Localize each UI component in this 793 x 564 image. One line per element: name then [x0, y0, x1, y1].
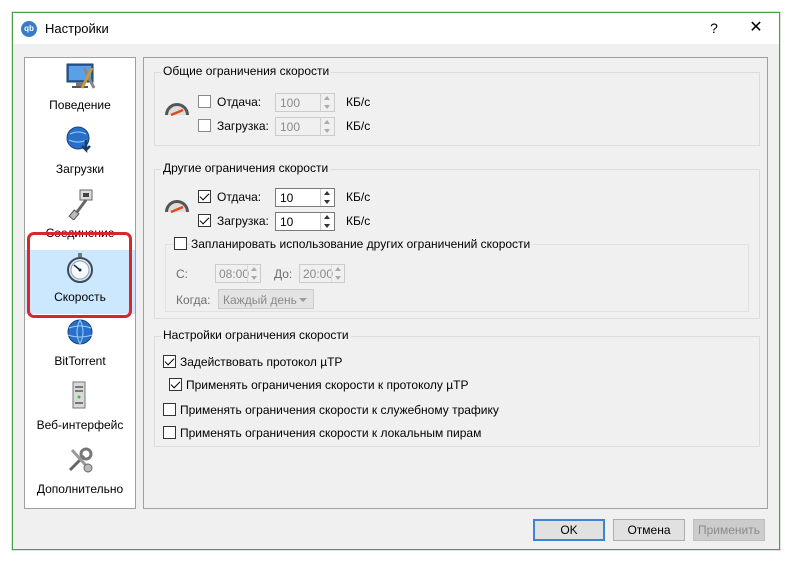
group-title: Другие ограничения скорости — [161, 161, 331, 175]
enable-utp-checkbox[interactable] — [163, 355, 176, 368]
spin-arrows[interactable] — [320, 189, 334, 206]
global-download-unit: КБ/с — [346, 119, 371, 133]
global-upload-checkbox[interactable] — [198, 95, 211, 108]
globe-download-icon — [66, 126, 91, 154]
monitor-tools-icon — [66, 63, 96, 89]
sidebar-item-behavior[interactable]: Поведение — [25, 58, 135, 122]
alt-download-unit: КБ/с — [346, 214, 371, 228]
schedule-checkbox[interactable] — [174, 237, 187, 250]
alt-upload-spinbox[interactable]: 10 — [275, 188, 335, 207]
sidebar-item-advanced[interactable]: Дополнительно — [25, 442, 135, 506]
when-label: Когда: — [176, 293, 211, 307]
global-upload-spinbox[interactable]: 100 — [275, 93, 335, 112]
title-bar: qb Настройки ? ✕ — [13, 13, 779, 44]
limit-lan-checkbox[interactable] — [163, 426, 176, 439]
enable-utp-label: Задействовать протокол µTP — [180, 355, 343, 369]
alt-upload-checkbox[interactable] — [198, 190, 211, 203]
speedometer-icon — [165, 103, 189, 117]
limit-overhead-label: Применять ограничения скорости к служебн… — [180, 403, 499, 417]
apply-button[interactable]: Применить — [693, 519, 765, 541]
close-button[interactable]: ✕ — [735, 15, 777, 41]
global-download-spinbox[interactable]: 100 — [275, 117, 335, 136]
limit-settings-group: Настройки ограничения скорости Задейство… — [154, 328, 760, 447]
sidebar-item-downloads[interactable]: Загрузки — [25, 122, 135, 186]
spin-arrows[interactable] — [331, 265, 344, 282]
window-title: Настройки — [45, 21, 109, 36]
spin-arrows[interactable] — [320, 94, 334, 111]
speed-settings-panel: Общие ограничения скорости Отдача: 100 К… — [143, 57, 768, 509]
to-label: До: — [274, 267, 293, 281]
ok-button[interactable]: OK — [533, 519, 605, 541]
sidebar-item-webui[interactable]: Веб-интерфейс — [25, 378, 135, 442]
when-dropdown[interactable]: Каждый день — [218, 289, 314, 309]
sidebar-item-label: Дополнительно — [36, 482, 124, 496]
spin-arrows[interactable] — [320, 118, 334, 135]
alt-download-checkbox[interactable] — [198, 214, 211, 227]
spin-arrows[interactable] — [247, 265, 260, 282]
selection-highlight-frame — [27, 232, 132, 318]
tools-icon — [68, 447, 93, 473]
alt-upload-label: Отдача: — [217, 190, 262, 204]
alt-download-label: Загрузка: — [217, 214, 269, 228]
alt-upload-unit: КБ/с — [346, 190, 371, 204]
sidebar-item-label: BitTorrent — [54, 354, 106, 368]
chevron-down-icon — [299, 298, 307, 302]
limit-overhead-checkbox[interactable] — [163, 403, 176, 416]
global-upload-label: Отдача: — [217, 95, 262, 109]
global-download-checkbox[interactable] — [198, 119, 211, 132]
spin-arrows[interactable] — [320, 213, 334, 230]
from-time-input[interactable]: 08:00 — [215, 264, 261, 283]
sidebar-item-label: Поведение — [49, 98, 111, 112]
help-button[interactable]: ? — [697, 15, 731, 41]
sidebar-item-label: Загрузки — [55, 162, 105, 176]
sidebar-item-label: Веб-интерфейс — [36, 418, 124, 432]
schedule-label: Запланировать использование других огран… — [191, 237, 533, 251]
global-upload-unit: КБ/с — [346, 95, 371, 109]
schedule-group: Запланировать использование других огран… — [165, 237, 749, 312]
global-download-label: Загрузка: — [217, 119, 269, 133]
cancel-button[interactable]: Отмена — [613, 519, 685, 541]
from-label: С: — [176, 267, 188, 281]
network-plug-icon — [68, 189, 93, 220]
to-time-input[interactable]: 20:00 — [299, 264, 345, 283]
tower-icon — [72, 381, 86, 409]
group-title: Настройки ограничения скорости — [161, 328, 351, 342]
globe-icon — [67, 319, 93, 346]
alt-limits-group: Другие ограничения скорости Отдача: 10 К… — [154, 161, 760, 319]
app-icon: qb — [21, 21, 37, 37]
sidebar-item-bittorrent[interactable]: BitTorrent — [25, 314, 135, 378]
alt-download-spinbox[interactable]: 10 — [275, 212, 335, 231]
settings-window: qb Настройки ? ✕ Поведение Загрузки Соед… — [12, 12, 780, 550]
global-limits-group: Общие ограничения скорости Отдача: 100 К… — [154, 64, 760, 146]
group-title: Общие ограничения скорости — [161, 64, 332, 78]
limit-utp-checkbox[interactable] — [169, 378, 182, 391]
speedometer-icon — [165, 200, 189, 214]
limit-utp-label: Применять ограничения скорости к протоко… — [186, 378, 469, 392]
limit-lan-label: Применять ограничения скорости к локальн… — [180, 426, 482, 440]
